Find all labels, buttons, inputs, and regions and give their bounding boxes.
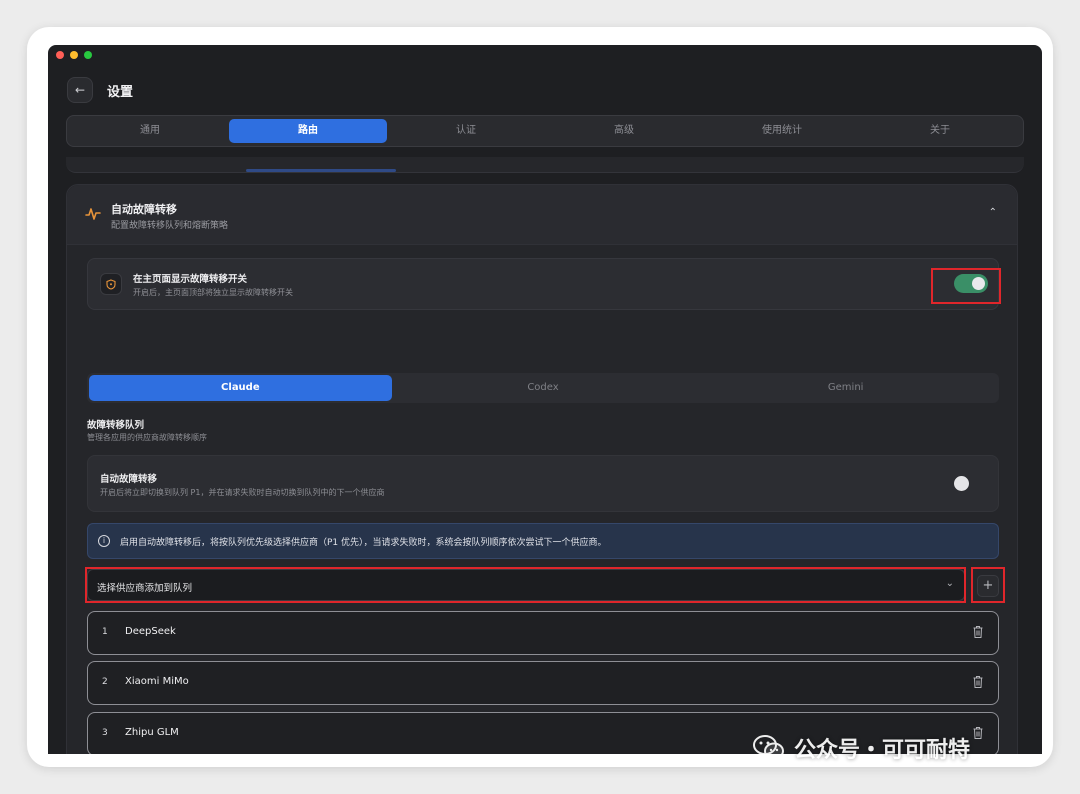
queue-item-index: 2 [102, 677, 108, 687]
scroll-hint [246, 169, 396, 172]
chevron-up-icon[interactable]: ⌃ [989, 207, 997, 218]
arrow-left-icon: ← [74, 83, 86, 97]
queue-item-name: DeepSeek [125, 626, 176, 637]
failover-subtitle: 配置故障转移队列和熔断策略 [111, 221, 229, 231]
tab-advanced[interactable]: 高级 [545, 119, 703, 143]
tab-routing[interactable]: 路由 [229, 119, 387, 143]
settings-window: ← 设置 通用 路由 认证 高级 使用统计 关于 自动故障转移 配置故障转移队列… [48, 45, 1042, 754]
queue-item-name: Zhipu GLM [125, 727, 179, 738]
queue-item-name: Xiaomi MiMo [125, 676, 189, 687]
wechat-logo-icon [753, 735, 784, 760]
failover-panel: 自动故障转移 配置故障转移队列和熔断策略 ⌃ 在主页面显示故障转移开关 开启后，… [66, 184, 1018, 754]
queue-subtitle: 管理各应用的供应商故障转移顺序 [87, 433, 207, 442]
tab-codex[interactable]: Codex [392, 375, 695, 401]
settings-tabs: 通用 路由 认证 高级 使用统计 关于 [66, 115, 1024, 147]
previous-section-edge [66, 157, 1024, 173]
highlight-box-toggle [931, 268, 1001, 304]
provider-app-tabs: Claude Codex Gemini [87, 373, 999, 403]
queue-item[interactable]: 2 Xiaomi MiMo [87, 661, 999, 705]
tab-claude[interactable]: Claude [89, 375, 392, 401]
highlight-box-select [85, 567, 966, 603]
info-banner: i 启用自动故障转移后，将按队列优先级选择供应商（P1 优先），当请求失败时，系… [87, 523, 999, 559]
activity-pulse-icon [85, 208, 101, 220]
auto-failover-title: 自动故障转移 [100, 474, 158, 485]
close-window-button[interactable] [56, 51, 64, 59]
wechat-watermark: 公众号・可可耐特 [752, 730, 1042, 766]
auto-failover-switch[interactable] [954, 476, 969, 491]
queue-item[interactable]: 1 DeepSeek [87, 611, 999, 655]
shield-icon [100, 273, 122, 295]
tab-gemini[interactable]: Gemini [694, 375, 997, 401]
maximize-window-button[interactable] [84, 51, 92, 59]
show-toggle-subtitle: 开启后，主页面顶部将独立显示故障转移开关 [133, 288, 293, 297]
tab-usage-stats[interactable]: 使用统计 [703, 119, 861, 143]
trash-icon[interactable] [972, 625, 984, 639]
info-text: 启用自动故障转移后，将按队列优先级选择供应商（P1 优先），当请求失败时，系统会… [120, 538, 607, 548]
trash-icon[interactable] [972, 675, 984, 689]
failover-panel-header[interactable]: 自动故障转移 配置故障转移队列和熔断策略 ⌃ [67, 185, 1017, 245]
queue-item-index: 3 [102, 728, 108, 738]
tab-general[interactable]: 通用 [71, 119, 229, 143]
auto-failover-subtitle: 开启后将立即切换到队列 P1，并在请求失败时自动切换到队列中的下一个供应商 [100, 488, 385, 497]
highlight-box-add [971, 567, 1005, 603]
watermark-text: 公众号・可可耐特 [794, 738, 971, 763]
failover-title: 自动故障转移 [111, 203, 177, 216]
show-failover-toggle-card: 在主页面显示故障转移开关 开启后，主页面顶部将独立显示故障转移开关 [87, 258, 999, 310]
queue-item-index: 1 [102, 627, 108, 637]
window-controls [56, 51, 92, 59]
minimize-window-button[interactable] [70, 51, 78, 59]
info-icon: i [98, 535, 110, 547]
auto-failover-card: 自动故障转移 开启后将立即切换到队列 P1，并在请求失败时自动切换到队列中的下一… [87, 455, 999, 512]
page-title: 设置 [107, 85, 134, 100]
show-toggle-title: 在主页面显示故障转移开关 [133, 274, 248, 285]
tab-auth[interactable]: 认证 [387, 119, 545, 143]
queue-title: 故障转移队列 [87, 420, 145, 431]
tab-about[interactable]: 关于 [861, 119, 1019, 143]
back-button[interactable]: ← [67, 77, 93, 103]
